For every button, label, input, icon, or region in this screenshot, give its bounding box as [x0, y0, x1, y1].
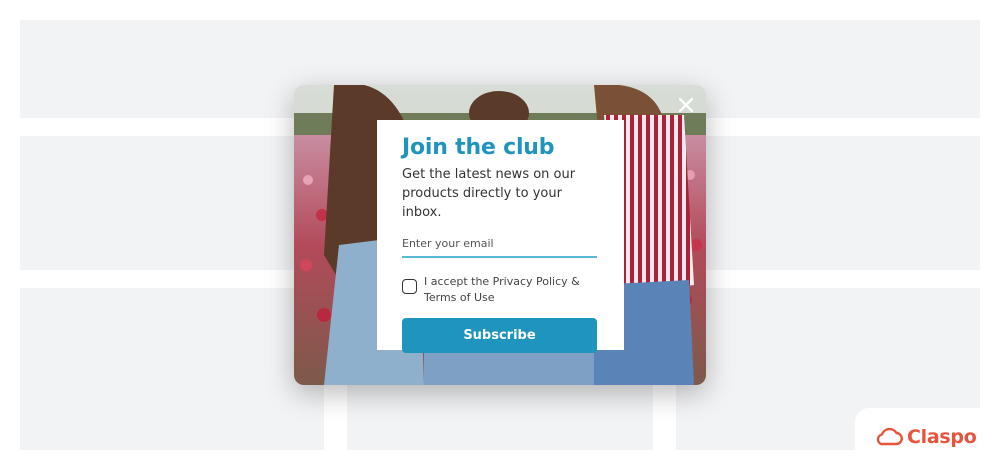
newsletter-popup: Join the club Get the latest news on our…: [294, 85, 706, 385]
brand-badge: Claspo: [855, 408, 1000, 470]
consent-row: I accept the Privacy Policy & Terms of U…: [402, 274, 599, 306]
close-button[interactable]: [674, 93, 698, 117]
popup-subtitle: Get the latest news on our products dire…: [402, 167, 576, 220]
consent-label: I accept the Privacy Policy & Terms of U…: [424, 275, 580, 304]
signup-card: Join the club Get the latest news on our…: [377, 120, 624, 353]
close-icon: [679, 98, 693, 112]
popup-title: Join the club: [402, 135, 555, 160]
placeholder-block-left-2: [20, 288, 324, 450]
subscribe-button[interactable]: Subscribe: [402, 318, 597, 353]
brand-logo[interactable]: Claspo: [873, 426, 977, 448]
placeholder-block-left-1: [20, 136, 324, 270]
consent-checkbox[interactable]: [402, 279, 417, 294]
placeholder-block-right-1: [676, 136, 980, 270]
brand-name: Claspo: [907, 426, 977, 448]
cloud-icon: [876, 428, 903, 446]
email-input[interactable]: [402, 237, 597, 258]
